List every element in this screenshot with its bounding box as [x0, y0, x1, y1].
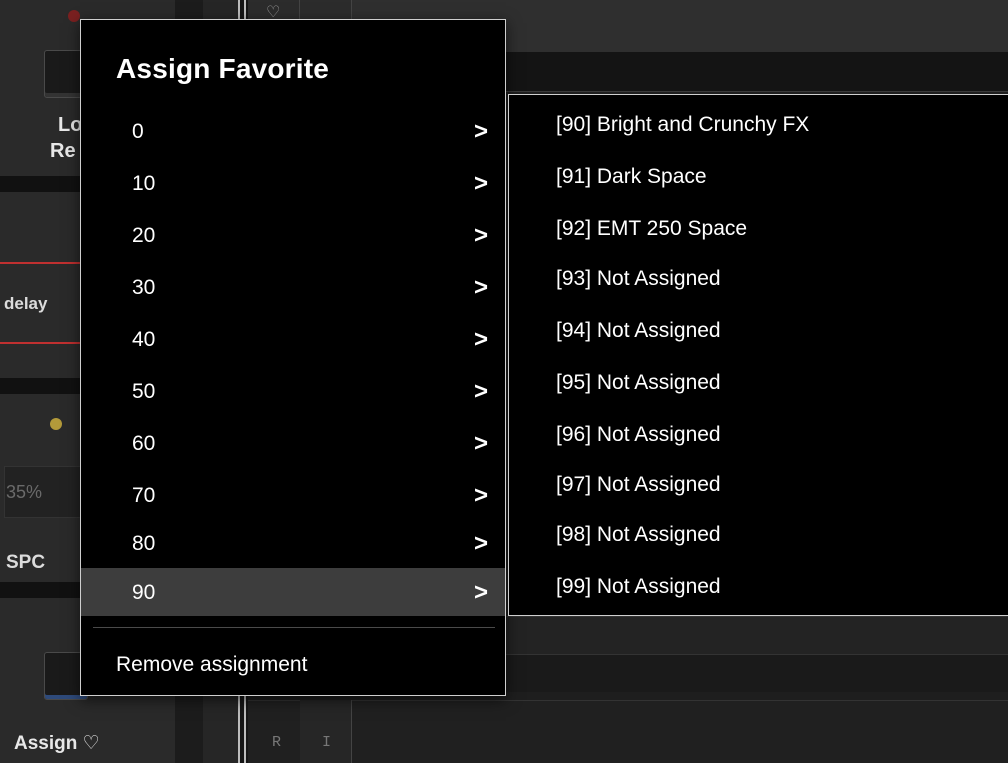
submenu-item-label: [97] Not Assigned [556, 473, 721, 496]
menu-item-label: 40 [132, 328, 156, 351]
menu-item-40[interactable]: 40 > [81, 313, 505, 365]
submenu-item-96[interactable]: [96] Not Assigned [509, 409, 1008, 461]
menu-item-label: 80 [132, 532, 156, 555]
submenu-item-label: [98] Not Assigned [556, 523, 721, 546]
percent-value: 35% [6, 482, 43, 502]
submenu-item-label: [92] EMT 250 Space [556, 217, 748, 240]
spc-label: SPC [6, 552, 46, 573]
menu-item-label: 20 [132, 224, 156, 247]
menu-item-label: 0 [132, 120, 144, 143]
chevron-right-icon: > [473, 530, 488, 557]
menu-title: Assign Favorite [116, 53, 330, 84]
menu-item-label: 60 [132, 432, 156, 455]
chevron-right-icon: > [473, 482, 488, 509]
assign-label[interactable]: Assign ♡ [14, 732, 100, 755]
submenu-item-label: [99] Not Assigned [556, 575, 721, 598]
chevron-right-icon: > [473, 579, 488, 606]
menu-item-80[interactable]: 80 > [81, 517, 505, 569]
bottom-cell[interactable] [300, 700, 352, 763]
menu-item-label: 30 [132, 276, 156, 299]
chevron-right-icon: > [473, 326, 488, 353]
i-label: I [322, 734, 332, 751]
submenu-item-99[interactable]: [99] Not Assigned [509, 561, 1008, 613]
status-led [68, 10, 80, 22]
favorites-submenu-90: [90] Bright and Crunchy FX [91] Dark Spa… [508, 94, 1008, 616]
chevron-right-icon: > [473, 170, 488, 197]
menu-item-label: 10 [132, 172, 156, 195]
submenu-item-label: [91] Dark Space [556, 165, 707, 188]
heart-icon: ♡ [82, 733, 100, 754]
menu-item-label: 90 [132, 581, 156, 604]
chevron-right-icon: > [473, 274, 488, 301]
delay-label: delay [4, 294, 48, 313]
menu-item-10[interactable]: 10 > [81, 157, 505, 209]
submenu-item-94[interactable]: [94] Not Assigned [509, 305, 1008, 357]
remove-assignment-item[interactable]: Remove assignment [81, 643, 505, 689]
submenu-item-91[interactable]: [91] Dark Space [509, 151, 1008, 203]
menu-item-50[interactable]: 50 > [81, 365, 505, 417]
menu-item-30[interactable]: 30 > [81, 261, 505, 313]
menu-item-20[interactable]: 20 > [81, 209, 505, 261]
chevron-right-icon: > [473, 118, 488, 145]
submenu-item-97[interactable]: [97] Not Assigned [509, 459, 1008, 511]
menu-item-label: 50 [132, 380, 156, 403]
r-label: R [272, 734, 282, 751]
submenu-item-label: [95] Not Assigned [556, 371, 721, 394]
re-label: Re [50, 140, 76, 162]
submenu-item-92[interactable]: [92] EMT 250 Space [509, 203, 1008, 255]
submenu-item-93[interactable]: [93] Not Assigned [509, 253, 1008, 305]
main-row [248, 700, 1008, 763]
submenu-item-98[interactable]: [98] Not Assigned [509, 509, 1008, 561]
menu-item-70[interactable]: 70 > [81, 469, 505, 521]
lo-label: Lo [58, 114, 83, 136]
assign-label-text: Assign [14, 733, 78, 754]
submenu-item-95[interactable]: [95] Not Assigned [509, 357, 1008, 409]
submenu-item-label: [96] Not Assigned [556, 423, 721, 446]
menu-item-label: 70 [132, 484, 156, 507]
menu-separator [93, 627, 495, 628]
chevron-right-icon: > [473, 430, 488, 457]
menu-item-90[interactable]: 90 > [81, 568, 505, 616]
menu-item-0[interactable]: 0 > [81, 105, 505, 157]
menu-item-60[interactable]: 60 > [81, 417, 505, 469]
submenu-item-label: [94] Not Assigned [556, 319, 721, 342]
remove-assignment-label: Remove assignment [116, 653, 308, 676]
assign-favorite-menu: Assign Favorite 0 > 10 > 20 > 30 > 40 > … [80, 19, 506, 696]
plugin-window: ♡ Lo Re delay 35% SPC Assign ♡ R I Assig… [0, 0, 1008, 763]
submenu-item-label: [93] Not Assigned [556, 267, 721, 290]
chevron-right-icon: > [473, 222, 488, 249]
chevron-right-icon: > [473, 378, 488, 405]
status-led [50, 418, 62, 430]
submenu-item-90[interactable]: [90] Bright and Crunchy FX [509, 99, 1008, 151]
submenu-item-label: [90] Bright and Crunchy FX [556, 113, 810, 136]
